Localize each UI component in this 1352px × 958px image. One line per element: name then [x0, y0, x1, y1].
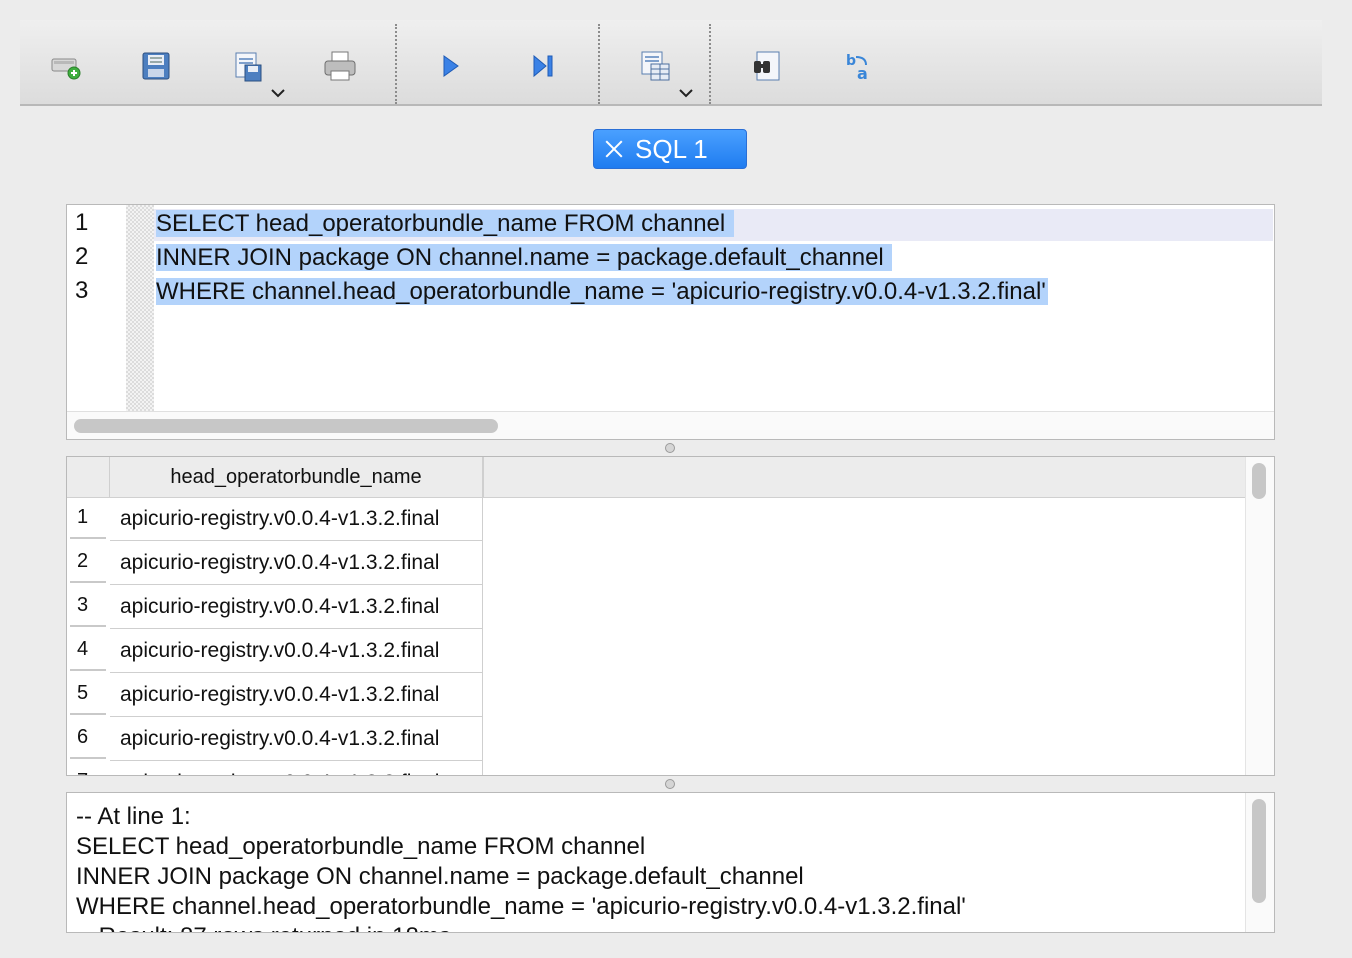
- line-number: 2: [75, 243, 89, 270]
- toolbar: b a: [20, 20, 1322, 106]
- execution-log: -- At line 1: SELECT head_operatorbundle…: [66, 792, 1275, 933]
- table-row[interactable]: 1 apicurio-registry.v0.0.4-v1.3.2.final: [67, 497, 1245, 541]
- save-button[interactable]: [134, 44, 178, 88]
- tab-sql-1[interactable]: SQL 1: [593, 129, 747, 169]
- row-number[interactable]: 6: [70, 717, 106, 759]
- find-icon: [754, 51, 780, 81]
- line-number-gutter: 1 2 3: [67, 205, 125, 411]
- close-tab-icon[interactable]: [603, 138, 625, 160]
- find-replace-icon: b a: [846, 53, 868, 83]
- table-row[interactable]: 6 apicurio-registry.v0.0.4-v1.3.2.final: [67, 717, 1245, 761]
- column-header[interactable]: head_operatorbundle_name: [110, 457, 484, 497]
- log-scrollbar-thumb[interactable]: [1252, 799, 1266, 903]
- table-cell[interactable]: apicurio-registry.v0.0.4-v1.3.2.final: [110, 497, 483, 541]
- execute-line-icon: [533, 54, 553, 78]
- vertical-scrollbar-thumb[interactable]: [1252, 463, 1266, 499]
- vertical-scrollbar-track[interactable]: [1245, 457, 1274, 775]
- results-log-splitter[interactable]: [665, 779, 675, 789]
- table-row[interactable]: 7 apicurio-registry.v0.0.4-v1.3.2.final: [67, 761, 1245, 776]
- save-dropdown-chevron-icon[interactable]: [270, 86, 286, 100]
- save-as-button[interactable]: [226, 44, 270, 88]
- sql-editor[interactable]: 1 2 3 SELECT head_operatorbundle_name FR…: [66, 204, 1275, 440]
- log-line: -- At line 1:: [76, 803, 191, 830]
- selected-text: SELECT head_operatorbundle_name FROM cha…: [156, 210, 734, 237]
- table-cell[interactable]: apicurio-registry.v0.0.4-v1.3.2.final: [110, 673, 483, 717]
- table-cell[interactable]: apicurio-registry.v0.0.4-v1.3.2.final: [110, 761, 483, 775]
- results-view-icon: [641, 51, 670, 81]
- row-number[interactable]: 5: [70, 673, 106, 715]
- line-number: 3: [75, 277, 89, 304]
- log-line: WHERE channel.head_operatorbundle_name =…: [76, 893, 966, 920]
- table-row[interactable]: 3 apicurio-registry.v0.0.4-v1.3.2.final: [67, 585, 1245, 629]
- save-as-icon: [235, 52, 262, 82]
- svg-text:b: b: [846, 53, 856, 69]
- table-cell[interactable]: apicurio-registry.v0.0.4-v1.3.2.final: [110, 717, 483, 761]
- table-row[interactable]: 5 apicurio-registry.v0.0.4-v1.3.2.final: [67, 673, 1245, 717]
- log-line: -- Result: 87 rows returned in 18ms: [76, 922, 451, 932]
- horizontal-scrollbar-thumb[interactable]: [74, 419, 498, 433]
- code-line[interactable]: WHERE channel.head_operatorbundle_name =…: [156, 277, 1048, 307]
- find-button[interactable]: [745, 44, 789, 88]
- table-cell[interactable]: apicurio-registry.v0.0.4-v1.3.2.final: [110, 629, 483, 673]
- execute-button[interactable]: [428, 44, 472, 88]
- tab-label: SQL 1: [635, 133, 708, 164]
- line-number: 1: [75, 209, 89, 236]
- open-database-icon: [51, 58, 81, 80]
- row-number[interactable]: 1: [70, 497, 106, 539]
- results-grid: head_operatorbundle_name 1 apicurio-regi…: [66, 456, 1275, 776]
- selected-text: WHERE channel.head_operatorbundle_name =…: [156, 278, 1048, 305]
- save-icon: [142, 52, 170, 80]
- row-number[interactable]: 3: [70, 585, 106, 627]
- toolbar-separator: [395, 24, 397, 104]
- open-database-button[interactable]: [44, 44, 88, 88]
- find-replace-button[interactable]: b a: [837, 44, 881, 88]
- table-row[interactable]: 2 apicurio-registry.v0.0.4-v1.3.2.final: [67, 541, 1245, 585]
- execute-icon: [443, 55, 459, 77]
- results-dropdown-chevron-icon[interactable]: [678, 86, 694, 100]
- code-line[interactable]: SELECT head_operatorbundle_name FROM cha…: [156, 209, 734, 239]
- results-view-button[interactable]: [633, 44, 677, 88]
- row-number[interactable]: 4: [70, 629, 106, 671]
- toolbar-separator: [598, 24, 600, 104]
- print-button[interactable]: [318, 44, 362, 88]
- svg-text:a: a: [857, 64, 868, 83]
- print-icon: [324, 51, 356, 81]
- execute-line-button[interactable]: [521, 44, 565, 88]
- log-line: SELECT head_operatorbundle_name FROM cha…: [76, 833, 646, 860]
- row-number[interactable]: 7: [70, 761, 106, 776]
- grid-header: head_operatorbundle_name: [67, 457, 1245, 498]
- log-line: INNER JOIN package ON channel.name = pac…: [76, 863, 804, 890]
- selected-text: INNER JOIN package ON channel.name = pac…: [156, 244, 893, 271]
- table-row[interactable]: 4 apicurio-registry.v0.0.4-v1.3.2.final: [67, 629, 1245, 673]
- table-cell[interactable]: apicurio-registry.v0.0.4-v1.3.2.final: [110, 585, 483, 629]
- toolbar-separator: [709, 24, 711, 104]
- fold-margin: [126, 205, 154, 411]
- grid-corner[interactable]: [67, 457, 110, 497]
- row-number[interactable]: 2: [70, 541, 106, 583]
- editor-results-splitter[interactable]: [665, 443, 675, 453]
- code-line[interactable]: INNER JOIN package ON channel.name = pac…: [156, 243, 893, 273]
- table-cell[interactable]: apicurio-registry.v0.0.4-v1.3.2.final: [110, 541, 483, 585]
